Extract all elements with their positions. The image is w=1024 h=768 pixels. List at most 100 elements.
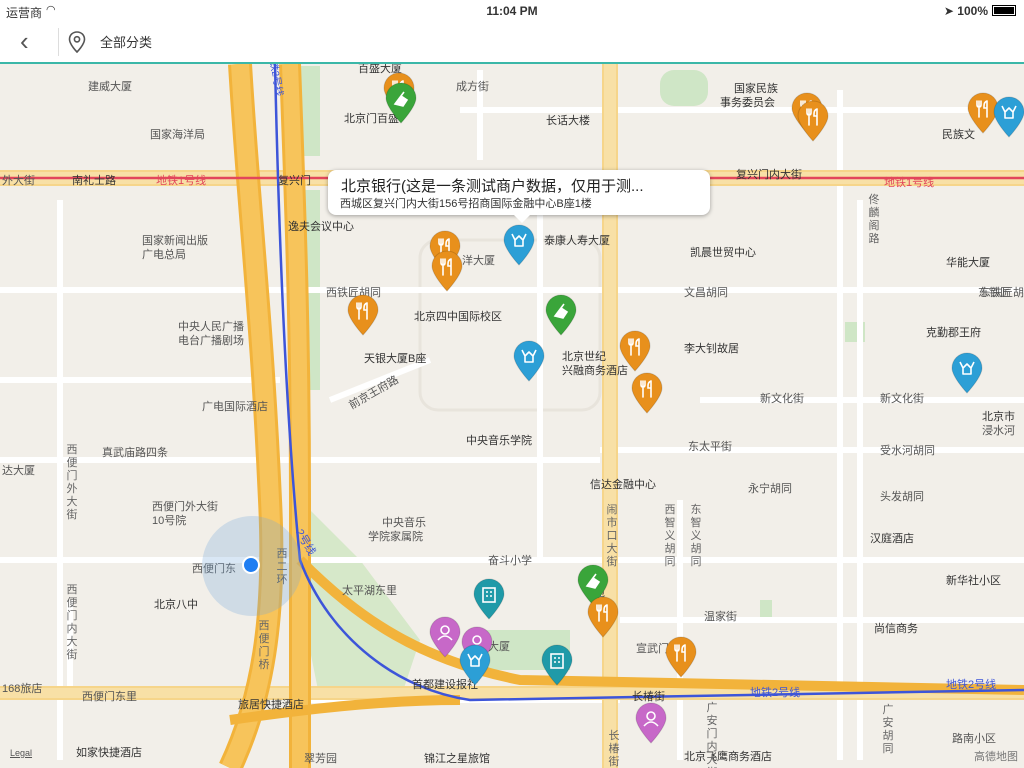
building-icon — [473, 578, 505, 620]
person-icon — [429, 616, 461, 658]
map-label: 建威大厦 — [88, 81, 132, 93]
map-label: 逸夫会议中心 — [288, 221, 354, 233]
poi-callout[interactable]: 北京银行(这是一条测试商户数据，仅用于测... 西城区复兴门内大街156号招商国… — [328, 170, 710, 223]
map-label: 广安胡同 — [882, 704, 894, 755]
map-label: 泰康人寿大厦 — [544, 235, 610, 247]
map-label: 事务委员会 — [720, 97, 775, 109]
map-label: 新文化街 — [880, 393, 924, 405]
user-location-dot[interactable] — [242, 556, 260, 574]
building-icon — [541, 644, 573, 686]
map-label: 广安门内大街 — [706, 702, 718, 768]
poi-marker-bank[interactable] — [512, 340, 546, 382]
map-label: 东智义胡同 — [690, 504, 702, 568]
map-label: 永宁胡同 — [748, 483, 792, 495]
map-label: 北京飞鹰商务酒店 — [684, 751, 772, 763]
poi-marker-person[interactable] — [634, 702, 668, 744]
map-label: 东铁匠胡同 — [980, 287, 1024, 299]
map-label: 翠芳园 — [304, 753, 337, 765]
map-label: 北京四中国际校区 — [414, 311, 502, 323]
map-label: 10号院 — [152, 515, 187, 527]
poi-marker-building[interactable] — [540, 644, 574, 686]
map-label: 西便门东里 — [82, 691, 137, 703]
map-label: 文昌胡同 — [684, 287, 728, 299]
nav-bar: ‹ 全部分类 — [0, 22, 1024, 64]
map-label: 凯晨世贸中心 — [690, 247, 756, 259]
hands-icon — [951, 352, 983, 394]
poi-marker-restaurant[interactable] — [664, 636, 698, 678]
poi-marker-restaurant[interactable] — [630, 372, 664, 414]
callout-title: 北京银行(这是一条测试商户数据，仅用于测... — [341, 178, 644, 195]
map-label: 达大厦 — [2, 465, 35, 477]
poi-marker-building[interactable] — [472, 578, 506, 620]
map-label: 地铁2号线 — [946, 679, 997, 691]
map-label: 克勤郡王府 — [926, 327, 981, 339]
person-icon — [635, 702, 667, 744]
legal-link[interactable]: Legal — [10, 748, 32, 758]
map-brand-logo: 高德地图 — [974, 751, 1018, 763]
poi-marker-bank[interactable] — [950, 352, 984, 394]
map-label: 受水河胡同 — [880, 445, 935, 457]
map-label: 地铁1号线 — [156, 175, 207, 187]
map-label: 北京八中 — [154, 599, 198, 611]
fork-knife-icon — [619, 330, 651, 372]
map-label: 复兴门内大街 — [736, 169, 802, 181]
map-label: 西便门桥 — [258, 620, 270, 671]
hands-icon — [503, 224, 535, 266]
map-label: 电台广播剧场 — [178, 335, 244, 347]
map-label: 闹市口大街 — [606, 504, 618, 568]
poi-marker-bank[interactable] — [502, 224, 536, 266]
map-label: 成方街 — [456, 81, 489, 93]
map-label: 西便门外大街 — [66, 444, 78, 521]
status-time: 11:04 PM — [486, 4, 538, 18]
poi-marker-restaurant[interactable] — [796, 100, 830, 142]
map-label: 信达金融中心 — [590, 479, 656, 491]
map-label: 汉庭酒店 — [870, 533, 914, 545]
poi-marker-bank[interactable] — [458, 644, 492, 686]
map-label: 168旅店 — [2, 683, 43, 695]
map-label: 西智义胡同 — [664, 504, 676, 568]
map-label: 锦江之星旅馆 — [424, 753, 490, 765]
fork-knife-icon — [665, 636, 697, 678]
hands-icon — [513, 340, 545, 382]
map-label: 长椿街 — [608, 730, 620, 768]
poi-marker-restaurant[interactable] — [430, 250, 464, 292]
fork-knife-icon — [431, 250, 463, 292]
map-label: 洋大厦 — [462, 255, 495, 267]
category-filter-button[interactable]: 全部分类 — [100, 32, 152, 51]
map-label: 复兴门 — [278, 175, 311, 187]
poi-marker-restaurant[interactable] — [586, 596, 620, 638]
status-right: ➤ 100% — [944, 4, 1016, 18]
map-label: 如家快捷酒店 — [76, 747, 142, 759]
map-label: 地铁2号线 — [750, 687, 801, 699]
map-label: 旅居快捷酒店 — [238, 699, 304, 711]
battery-percent: 100% — [957, 4, 988, 18]
poi-marker-attraction[interactable] — [544, 294, 578, 336]
poi-marker-restaurant[interactable] — [346, 294, 380, 336]
battery-icon — [992, 5, 1016, 16]
map-label: 长话大楼 — [546, 115, 590, 127]
map-label: 头发胡同 — [880, 491, 924, 503]
fork-knife-icon — [631, 372, 663, 414]
fork-knife-icon — [347, 294, 379, 336]
map-label: 路南小区 — [952, 733, 996, 745]
back-chevron-icon[interactable]: ‹ — [20, 28, 29, 54]
fork-knife-icon — [587, 596, 619, 638]
map-label: 东太平街 — [688, 441, 732, 453]
map-label: 李大钊故居 — [684, 343, 739, 355]
poi-marker-restaurant[interactable] — [618, 330, 652, 372]
map-label: 佟麟阁路 — [868, 194, 880, 245]
map-label: 天银大厦B座 — [364, 353, 427, 365]
poi-marker-bank[interactable] — [992, 96, 1024, 138]
map-label: 学院家属院 — [368, 531, 423, 543]
map-label: 真武庙路四条 — [102, 447, 168, 459]
map-label: 奋斗小学 — [488, 555, 532, 567]
location-arrow-icon: ➤ — [943, 4, 954, 18]
poi-marker-attraction[interactable] — [384, 82, 418, 124]
map-label: 中央音乐学院 — [466, 435, 532, 447]
location-pin-icon[interactable] — [68, 31, 86, 58]
status-bar: 运营商 ◠ 11:04 PM ➤ 100% — [0, 0, 1024, 22]
map-label: 广电总局 — [142, 249, 186, 261]
map-label: 温家街 — [704, 611, 737, 623]
poi-marker-person[interactable] — [428, 616, 462, 658]
map-label: 新文化街 — [760, 393, 804, 405]
